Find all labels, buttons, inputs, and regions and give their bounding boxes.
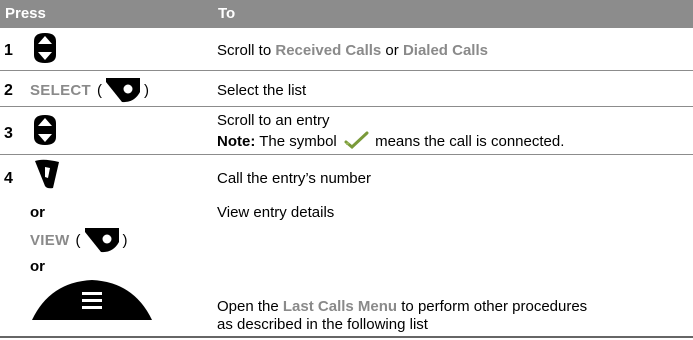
row-divider	[0, 70, 693, 71]
dialed-calls-label: Dialed Calls	[402, 42, 488, 59]
view-softkey: VIEW ( )	[30, 226, 130, 254]
step-number-4: 4	[4, 170, 13, 187]
view-entry-text: View entry details	[217, 204, 335, 221]
scroll-key-icon	[34, 115, 56, 145]
received-calls-label: Received Calls	[275, 42, 382, 59]
send-key-icon	[35, 159, 59, 189]
row-divider	[0, 154, 693, 155]
scroll-key-icon	[34, 33, 56, 63]
step-number-2: 2	[4, 82, 13, 99]
row-3-text: Scroll to an entry	[217, 112, 330, 129]
last-calls-menu-label: Last Calls Menu	[282, 298, 398, 315]
step-number-3: 3	[4, 125, 13, 142]
row-divider	[0, 106, 693, 107]
menu-key-icon	[32, 280, 152, 320]
header-to: To	[218, 5, 236, 22]
table-bottom-rule	[0, 336, 693, 338]
or-label: or	[30, 258, 45, 275]
table-header: Press To	[0, 0, 693, 28]
step-number-1: 1	[4, 42, 13, 59]
row-4-text: Call the entry’s number	[217, 170, 371, 187]
row-1-text: Scroll to Received Calls or Dialed Calls	[217, 42, 488, 59]
row-2-text: Select the list	[217, 82, 307, 99]
header-press: Press	[5, 5, 46, 22]
right-softkey-icon	[105, 78, 140, 103]
or-label: or	[30, 204, 45, 221]
right-softkey-icon	[84, 228, 119, 253]
row-menu-text: Open the Last Calls Menu to perform othe…	[217, 298, 588, 333]
connected-check-icon	[344, 131, 369, 149]
select-softkey: SELECT ( )	[30, 76, 151, 104]
row-3-note: Note: The symbol means the call is conne…	[217, 131, 565, 150]
